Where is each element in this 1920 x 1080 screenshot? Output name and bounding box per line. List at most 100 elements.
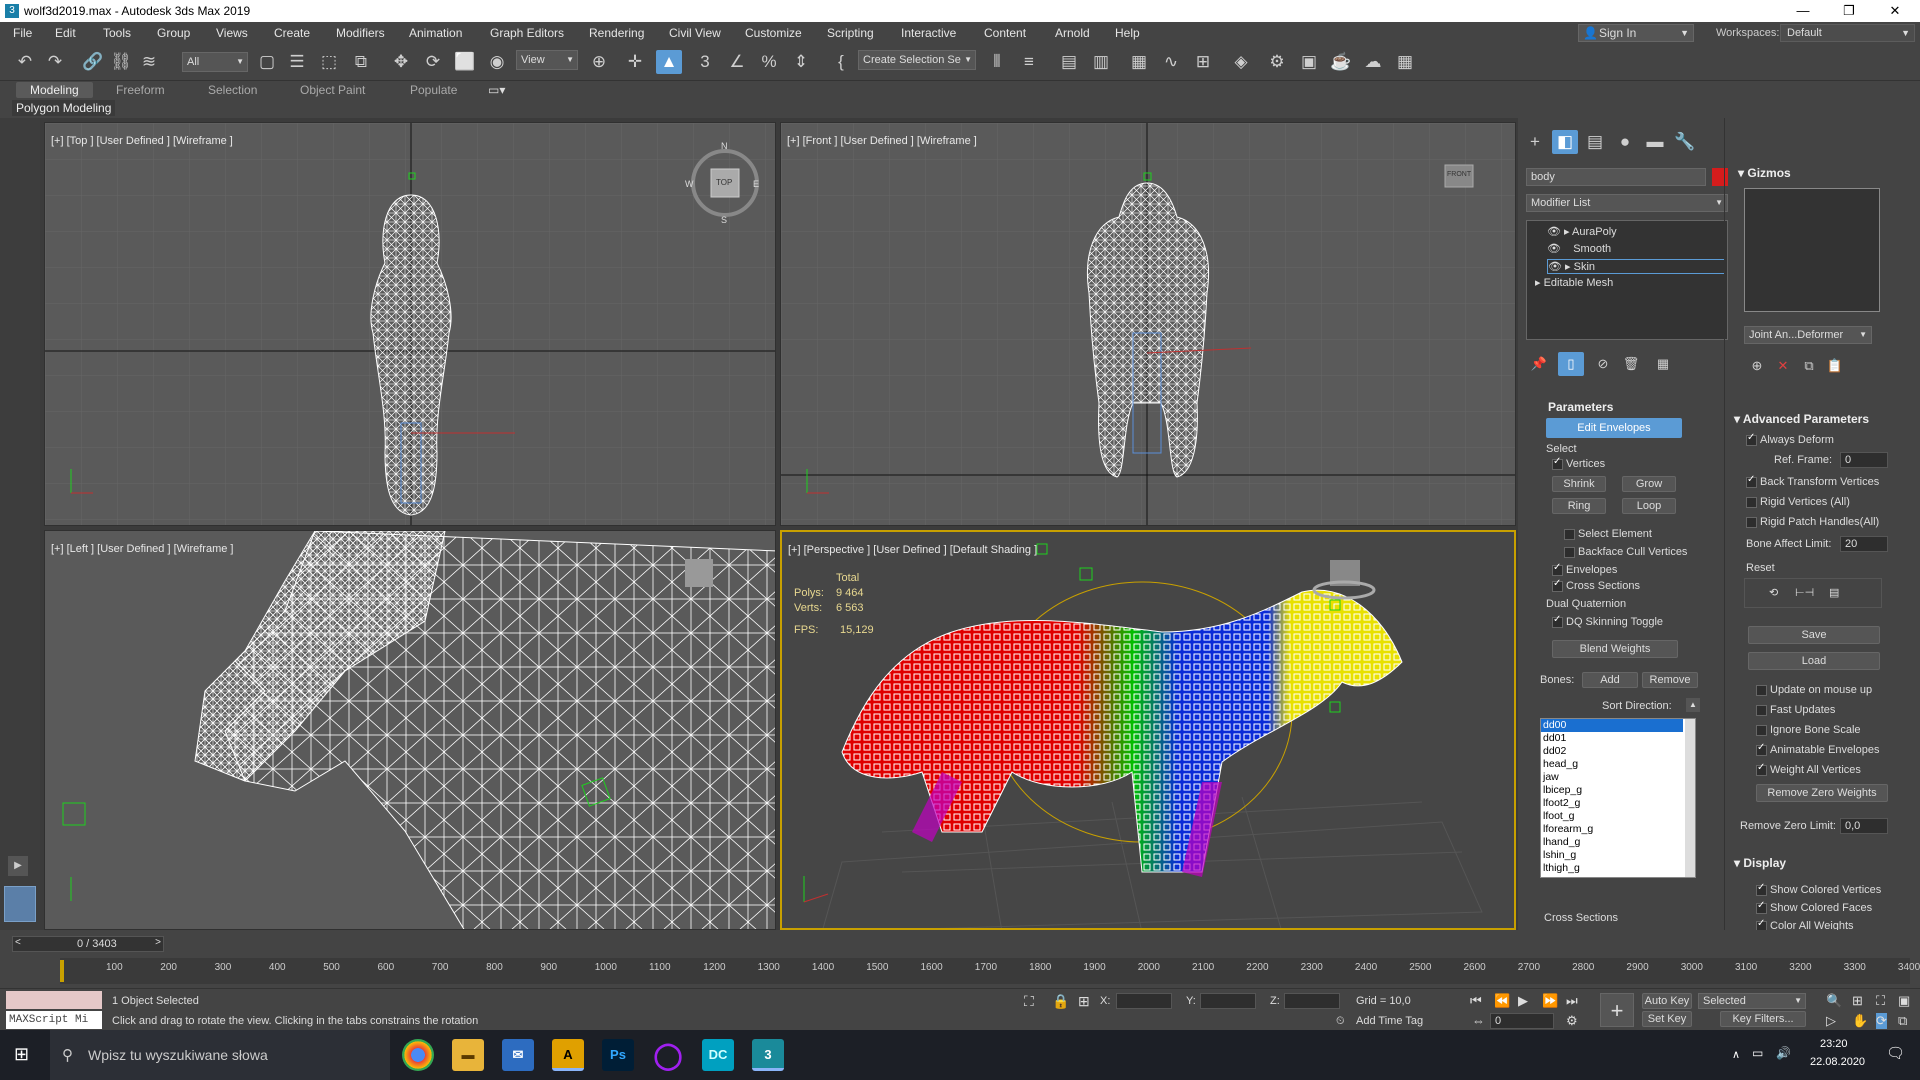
prev-frame-icon[interactable]: ⏪: [1494, 993, 1510, 1009]
loop-button[interactable]: Loop: [1622, 498, 1676, 514]
menu-animation[interactable]: Animation: [409, 26, 462, 40]
go-to-start-icon[interactable]: ⏮: [1470, 993, 1482, 1009]
render-cloud-icon[interactable]: ☁: [1360, 50, 1386, 74]
update-mouse-up-checkbox[interactable]: Update on mouse up: [1756, 684, 1872, 696]
bone-affect-spinner[interactable]: 20: [1840, 536, 1888, 552]
ref-frame-spinner[interactable]: 0: [1840, 452, 1888, 468]
bone-item[interactable]: head_g: [1541, 758, 1695, 771]
menu-help[interactable]: Help: [1115, 26, 1140, 40]
pivot-center-icon[interactable]: ⊕: [586, 50, 612, 74]
time-slider-next-icon[interactable]: >: [155, 937, 161, 948]
create-tab-icon[interactable]: +: [1522, 130, 1548, 154]
parameters-header[interactable]: Parameters: [1548, 400, 1613, 414]
play-icon[interactable]: ▶: [1518, 993, 1528, 1009]
sort-direction-icon[interactable]: ▲: [1686, 698, 1700, 712]
3dsmax-icon[interactable]: 3: [752, 1039, 784, 1071]
remove-gizmo-icon[interactable]: ✕: [1770, 354, 1796, 378]
viewport-perspective-label[interactable]: [+] [Perspective ] [User Defined ] [Defa…: [788, 544, 1037, 556]
zoom-icon[interactable]: 🔍: [1826, 993, 1842, 1009]
file-explorer-icon[interactable]: ▬: [452, 1039, 484, 1071]
auto-key-button[interactable]: Auto Key: [1642, 993, 1692, 1009]
backface-cull-checkbox[interactable]: Backface Cull Vertices: [1564, 546, 1687, 558]
remove-bone-button[interactable]: Remove: [1642, 672, 1698, 688]
tab-freeform[interactable]: Freeform: [116, 83, 165, 97]
menu-interactive[interactable]: Interactive: [901, 26, 956, 40]
save-button[interactable]: Save: [1748, 626, 1880, 644]
gizmos-header[interactable]: ▾ Gizmos: [1738, 166, 1791, 180]
viewport-top[interactable]: [+] [Top ] [User Defined ] [Wireframe ] …: [44, 122, 776, 526]
utilities-tab-icon[interactable]: 🔧: [1672, 130, 1698, 154]
viewport-left-label[interactable]: [+] [Left ] [User Defined ] [Wireframe ]: [51, 543, 233, 555]
remove-zero-limit-spinner[interactable]: 0,0: [1840, 818, 1888, 834]
eye-icon[interactable]: 👁 ▸: [1547, 226, 1572, 238]
modifier-list-dropdown[interactable]: Modifier List ▼: [1526, 194, 1728, 212]
show-colored-vertices-checkbox[interactable]: Show Colored Vertices: [1756, 882, 1881, 896]
grow-button[interactable]: Grow: [1622, 476, 1676, 492]
always-deform-checkbox[interactable]: Always Deform: [1746, 432, 1834, 446]
taskbar-search-box[interactable]: ⚲ Wpisz tu wyszukiwane słowa: [50, 1030, 390, 1080]
snap-3d-icon[interactable]: 3: [692, 50, 718, 74]
manipulate-icon[interactable]: ✛: [622, 50, 648, 74]
viewport-layout-icon[interactable]: [4, 886, 36, 922]
load-button[interactable]: Load: [1748, 652, 1880, 670]
orbit-icon[interactable]: ⟳: [1876, 1013, 1887, 1029]
sign-in-dropdown[interactable]: 👤 Sign In ▼: [1578, 24, 1694, 42]
menu-group[interactable]: Group: [157, 26, 190, 40]
selection-filter-dropdown[interactable]: All ▼: [182, 52, 248, 72]
deformer-dropdown[interactable]: Joint An...Deformer ▼: [1744, 326, 1872, 344]
viewport-perspective[interactable]: [+] [Perspective ] [User Defined ] [Defa…: [780, 530, 1516, 930]
motion-tab-icon[interactable]: ●: [1612, 130, 1638, 154]
network-icon[interactable]: ▭: [1752, 1046, 1763, 1060]
menu-arnold[interactable]: Arnold: [1055, 26, 1090, 40]
lock-selection-icon[interactable]: 🔒: [1052, 993, 1069, 1010]
bone-item[interactable]: lforearm_g: [1541, 823, 1695, 836]
zoom-all-icon[interactable]: ⊞: [1852, 993, 1863, 1009]
select-element-checkbox[interactable]: Select Element: [1564, 528, 1652, 540]
menu-views[interactable]: Views: [216, 26, 248, 40]
cross-sections-checkbox[interactable]: Cross Sections: [1552, 578, 1640, 592]
display-tab-icon[interactable]: ▬: [1642, 130, 1668, 154]
rotate-icon[interactable]: ⟳: [420, 50, 446, 74]
rigid-patch-checkbox[interactable]: Rigid Patch Handles(All): [1746, 516, 1879, 528]
window-crossing-icon[interactable]: ⧉: [348, 50, 374, 74]
named-selection-icon[interactable]: {: [828, 50, 854, 74]
maximize-button[interactable]: ❐: [1826, 0, 1872, 22]
modify-tab-icon[interactable]: ◧: [1552, 130, 1578, 154]
add-gizmo-icon[interactable]: ⊕: [1744, 354, 1770, 378]
pan-icon[interactable]: ✋: [1852, 1013, 1868, 1029]
clock-time[interactable]: 23:20: [1820, 1038, 1848, 1050]
expand-arrow-icon[interactable]: ▶: [8, 856, 28, 876]
eye-icon[interactable]: 👁 ▸: [1548, 261, 1574, 273]
menu-graph-editors[interactable]: Graph Editors: [490, 26, 564, 40]
a360-gallery-icon[interactable]: ▦: [1392, 50, 1418, 74]
dq-skinning-checkbox[interactable]: DQ Skinning Toggle: [1552, 614, 1663, 628]
move-icon[interactable]: ✥: [388, 50, 414, 74]
time-slider[interactable]: < 0 / 3403 >: [12, 936, 164, 952]
maxscript-listener-top[interactable]: [6, 991, 102, 1009]
viewport-front[interactable]: [+] [Front ] [User Defined ] [Wireframe …: [780, 122, 1516, 526]
bone-item[interactable]: lhand_g: [1541, 836, 1695, 849]
minimize-button[interactable]: —: [1780, 0, 1826, 22]
object-name-field[interactable]: body: [1526, 168, 1706, 186]
reset-all-icon[interactable]: ▤: [1829, 586, 1839, 599]
zoom-extents-all-icon[interactable]: ▣: [1898, 993, 1910, 1009]
placement-icon[interactable]: ◉: [484, 50, 510, 74]
animatable-envelopes-checkbox[interactable]: Animatable Envelopes: [1756, 742, 1879, 756]
display-header[interactable]: ▾ Display: [1734, 856, 1786, 870]
envelopes-checkbox[interactable]: Envelopes: [1552, 562, 1617, 576]
autodesk-app-icon[interactable]: A: [552, 1039, 584, 1071]
bind-spacewarp-icon[interactable]: ≋: [136, 50, 162, 74]
time-slider-prev-icon[interactable]: <: [15, 937, 21, 948]
back-transform-checkbox[interactable]: Back Transform Vertices: [1746, 474, 1879, 488]
viewport-top-label[interactable]: [+] [Top ] [User Defined ] [Wireframe ]: [51, 135, 233, 147]
bones-list-scrollbar[interactable]: [1685, 719, 1695, 877]
scene-explorer-icon[interactable]: ▤: [1056, 50, 1082, 74]
fov-icon[interactable]: ▷: [1826, 1013, 1836, 1029]
ribbon-options-icon[interactable]: ▭▾: [488, 83, 505, 97]
tab-modeling[interactable]: Modeling: [16, 82, 93, 98]
blend-weights-button[interactable]: Blend Weights: [1552, 640, 1678, 658]
time-tag-icon[interactable]: ⏲: [1336, 1015, 1345, 1028]
y-field[interactable]: [1200, 993, 1256, 1009]
remove-zero-weights-button[interactable]: Remove Zero Weights: [1756, 784, 1888, 802]
fast-updates-checkbox[interactable]: Fast Updates: [1756, 704, 1835, 716]
